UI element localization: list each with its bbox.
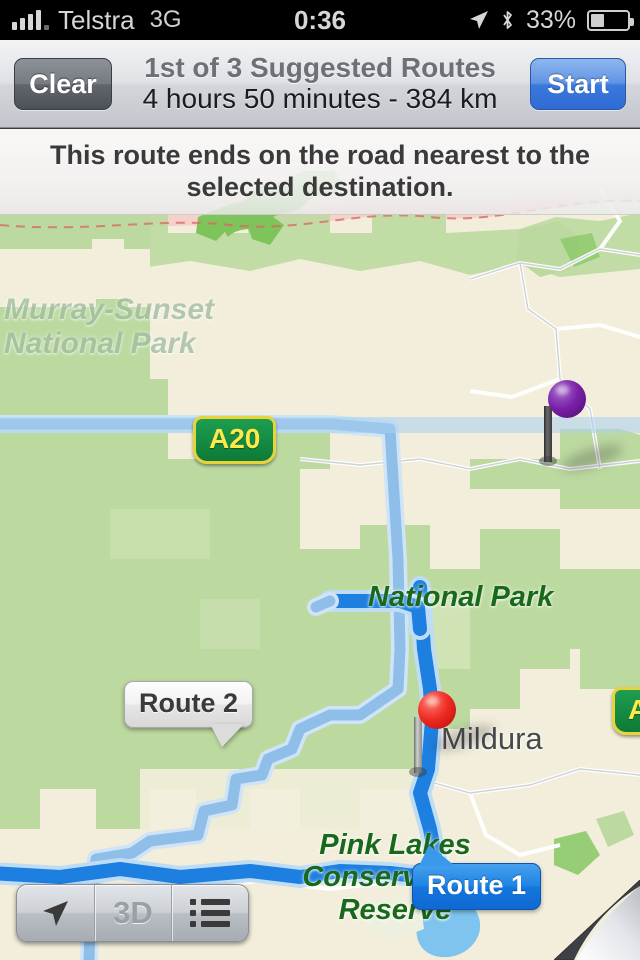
pin-head	[548, 380, 586, 418]
navigation-bar: Clear 1st of 3 Suggested Routes 4 hours …	[0, 40, 640, 128]
view-3d-button[interactable]: 3D	[94, 885, 171, 941]
battery-percent: 33%	[526, 6, 576, 35]
pin-base	[409, 767, 427, 777]
pin-needle	[414, 717, 422, 773]
map-vector-layer	[0, 129, 640, 960]
map-bottom-toolbar: 3D	[16, 884, 249, 942]
route-notice-text: This route ends on the road nearest to t…	[0, 140, 640, 204]
list-icon	[190, 899, 230, 927]
route-1-callout[interactable]: Route 1	[412, 863, 541, 910]
pin-base	[539, 456, 557, 466]
location-arrow-icon	[469, 10, 489, 30]
ios-status-bar: Telstra 3G 0:36 33%	[0, 0, 640, 40]
view-3d-label: 3D	[113, 895, 153, 931]
battery-icon	[587, 10, 630, 31]
route-list-button[interactable]	[171, 885, 248, 941]
pin-head	[418, 691, 456, 729]
route-notice-banner: This route ends on the road nearest to t…	[0, 129, 640, 215]
pin-needle	[544, 406, 552, 462]
maps-app-screen: Murray-SunsetNational Park National Park…	[0, 0, 640, 960]
highway-shield-a20[interactable]: A20	[193, 416, 276, 464]
start-button[interactable]: Start	[530, 58, 626, 110]
clear-button[interactable]: Clear	[14, 58, 112, 110]
page-curl-icon[interactable]	[554, 880, 640, 960]
location-arrow-icon	[41, 898, 71, 928]
map-canvas[interactable]: Murray-SunsetNational Park National Park…	[0, 129, 640, 960]
bluetooth-icon	[500, 9, 515, 31]
current-location-button[interactable]	[17, 885, 94, 941]
status-bar-right: 33%	[469, 0, 630, 40]
route-2-callout[interactable]: Route 2	[124, 681, 253, 728]
highway-shield-a7[interactable]: A7	[612, 687, 640, 735]
